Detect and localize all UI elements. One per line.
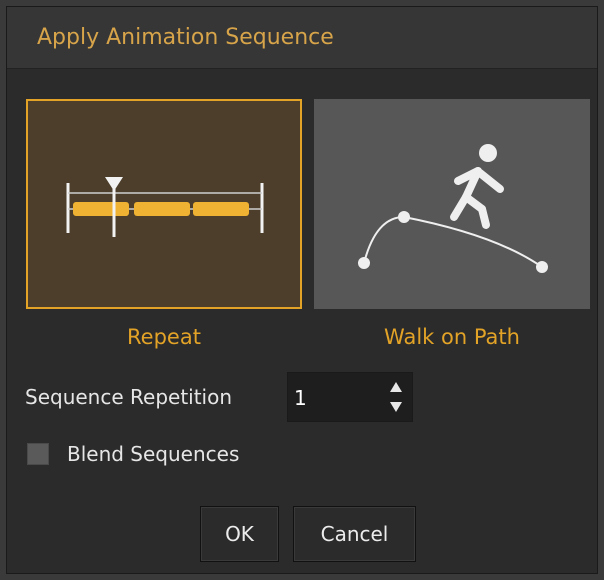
walk-on-path-option-label[interactable]: Walk on Path [314, 325, 590, 349]
blend-sequences-label[interactable]: Blend Sequences [67, 442, 239, 466]
sequence-repetition-spinbox[interactable]: 1 [287, 372, 413, 422]
ok-button[interactable]: OK [200, 506, 279, 562]
apply-animation-sequence-dialog: Apply Animation Sequence Repeat Walk on … [6, 6, 598, 574]
repeat-timeline-icon [66, 177, 264, 237]
repeat-option-label[interactable]: Repeat [26, 325, 302, 349]
spin-up-arrow-icon[interactable] [388, 378, 404, 396]
cancel-button[interactable]: Cancel [293, 506, 416, 562]
blend-sequences-checkbox[interactable] [27, 443, 49, 465]
walk-on-path-option-tile[interactable] [314, 99, 590, 309]
repeat-option-tile[interactable] [26, 99, 302, 309]
dialog-title: Apply Animation Sequence [37, 25, 334, 50]
sequence-repetition-value[interactable]: 1 [294, 386, 307, 410]
dialog-titlebar: Apply Animation Sequence [7, 7, 597, 69]
walk-on-path-icon [358, 144, 548, 273]
sequence-repetition-label: Sequence Repetition [25, 385, 233, 409]
spin-down-arrow-icon[interactable] [388, 398, 404, 416]
